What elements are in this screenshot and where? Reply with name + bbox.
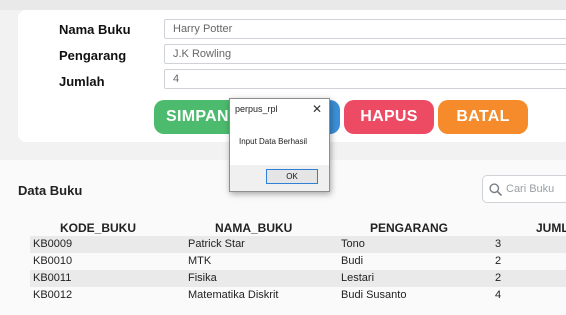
search-input[interactable]: Cari Buku xyxy=(482,175,566,203)
header-jumlah[interactable]: JUMLAH xyxy=(536,221,566,235)
cell-kode-buku: KB0012 xyxy=(33,289,73,301)
jumlah-label: Jumlah xyxy=(59,74,105,89)
search-icon xyxy=(489,182,502,196)
cell-jumlah: 3 xyxy=(495,238,502,250)
header-pengarang[interactable]: PENGARANG xyxy=(370,221,448,235)
cell-nama-buku: Fisika xyxy=(188,272,217,284)
hapus-button[interactable]: HAPUS xyxy=(344,100,434,134)
cell-pengarang: Tono xyxy=(341,238,365,250)
cell-jumlah: 2 xyxy=(495,272,502,284)
message-dialog: perpus_rpl ✕ Input Data Berhasil OK xyxy=(229,98,330,192)
ok-button[interactable]: OK xyxy=(266,169,318,184)
dialog-title: perpus_rpl xyxy=(235,104,278,114)
table-row[interactable]: KB0012 Matematika Diskrit Budi Susanto 4 xyxy=(30,287,566,304)
cell-kode-buku: KB0010 xyxy=(33,255,73,267)
cell-jumlah: 2 xyxy=(495,255,502,267)
cell-nama-buku: MTK xyxy=(188,255,212,267)
header-kode-buku[interactable]: KODE_BUKU xyxy=(60,221,136,235)
jumlah-input[interactable]: 4 xyxy=(164,69,566,89)
nama-buku-label: Nama Buku xyxy=(59,22,131,37)
cell-kode-buku: KB0009 xyxy=(33,238,73,250)
table-row[interactable]: KB0010 MTK Budi 2 xyxy=(30,253,566,270)
cell-jumlah: 4 xyxy=(495,289,502,301)
cell-nama-buku: Matematika Diskrit xyxy=(188,289,279,301)
dialog-message: Input Data Berhasil xyxy=(239,137,308,146)
header-nama-buku[interactable]: NAMA_BUKU xyxy=(215,221,292,235)
close-icon[interactable]: ✕ xyxy=(312,102,322,116)
cell-kode-buku: KB0011 xyxy=(33,272,72,284)
dialog-titlebar[interactable]: perpus_rpl ✕ xyxy=(230,99,329,121)
cell-pengarang: Lestari xyxy=(341,272,375,284)
cell-nama-buku: Patrick Star xyxy=(188,238,245,250)
dialog-body: Input Data Berhasil xyxy=(230,121,329,165)
batal-button[interactable]: BATAL xyxy=(438,100,528,134)
table-row[interactable]: KB0009 Patrick Star Tono 3 xyxy=(30,236,566,253)
cell-pengarang: Budi xyxy=(341,255,364,267)
nama-buku-input[interactable]: Harry Potter xyxy=(164,19,566,39)
section-title: Data Buku xyxy=(18,183,83,198)
table-row[interactable]: KB0011 Fisika Lestari 2 xyxy=(30,270,566,287)
pengarang-input[interactable]: J.K Rowling xyxy=(164,44,566,64)
top-strip xyxy=(0,0,566,10)
pengarang-label: Pengarang xyxy=(59,48,127,63)
search-placeholder: Cari Buku xyxy=(506,183,555,195)
cell-pengarang: Budi Susanto xyxy=(341,289,407,301)
